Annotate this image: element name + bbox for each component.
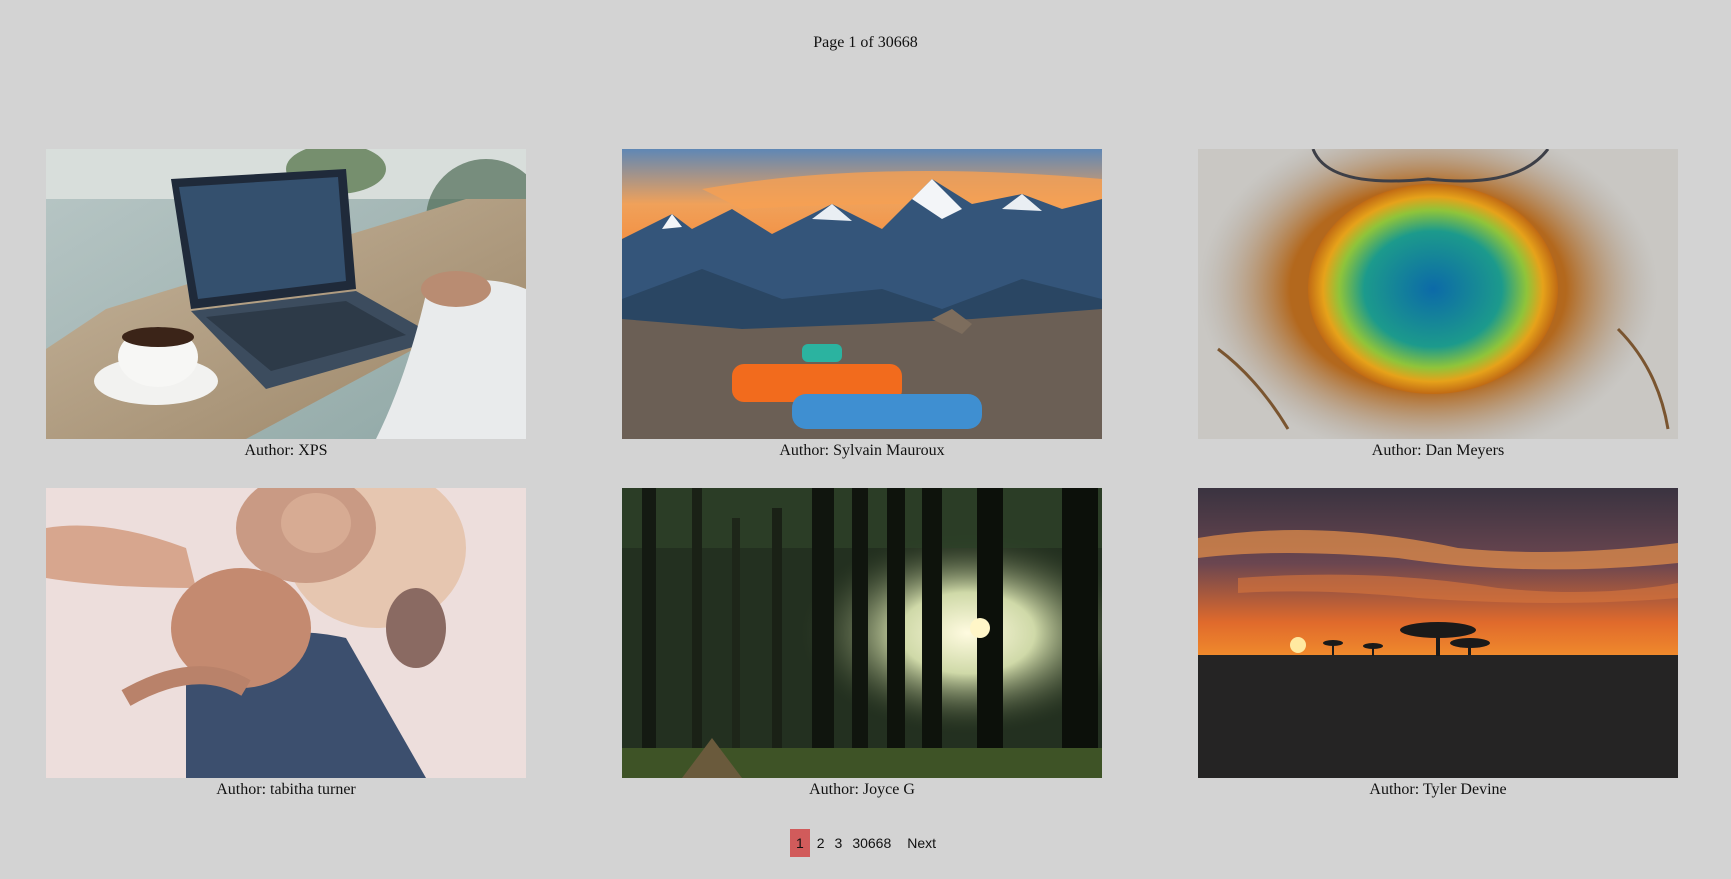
- photo-hot-spring[interactable]: [1198, 149, 1678, 439]
- photo-portrait[interactable]: [46, 488, 526, 778]
- photo-author: Author: tabitha turner: [216, 781, 356, 798]
- page-indicator: Page 1 of 30668: [813, 34, 918, 51]
- page-link-last[interactable]: 30668: [847, 829, 896, 857]
- photo-card: Author: tabitha turner: [46, 488, 526, 799]
- photo-author: Author: XPS: [244, 442, 328, 459]
- photo-card: Author: Sylvain Mauroux: [622, 149, 1102, 460]
- pagination: 1 2 3 30668 Next: [0, 829, 1731, 857]
- photo-card: Author: XPS: [46, 149, 526, 460]
- photo-author: Author: Dan Meyers: [1371, 442, 1505, 459]
- photo-card: Author: Dan Meyers: [1198, 149, 1678, 460]
- photo-author: Author: Joyce G: [809, 781, 915, 798]
- page-link-1[interactable]: 1: [789, 829, 810, 857]
- photo-author: Author: Tyler Devine: [1369, 781, 1507, 798]
- photo-laptop[interactable]: [46, 149, 526, 439]
- photo-author: Author: Sylvain Mauroux: [779, 442, 945, 459]
- page-link-3[interactable]: 3: [830, 829, 848, 857]
- next-page-link[interactable]: Next: [902, 829, 941, 857]
- photo-sunset[interactable]: [1198, 488, 1678, 778]
- photo-forest[interactable]: [622, 488, 1102, 778]
- page-link-2[interactable]: 2: [812, 829, 830, 857]
- photo-mountains[interactable]: [622, 149, 1102, 439]
- photo-card: Author: Tyler Devine: [1198, 488, 1678, 799]
- photo-card: Author: Joyce G: [622, 488, 1102, 799]
